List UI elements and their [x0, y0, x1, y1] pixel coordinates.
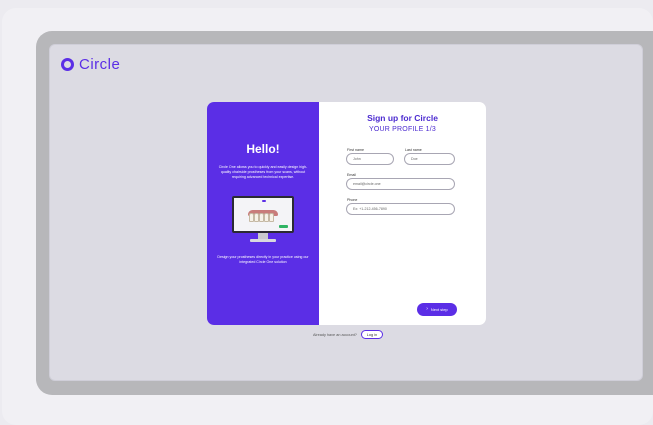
phone-label: Phone — [347, 198, 358, 202]
next-step-button[interactable]: › Next step — [417, 303, 457, 316]
signup-card: Hello! Circle One allows you to quickly … — [207, 102, 486, 325]
last-name-field[interactable]: Doe — [404, 153, 455, 165]
design-text: Design your prostheses directly in your … — [217, 255, 309, 264]
monitor-screen — [232, 196, 294, 233]
monitor-base — [250, 239, 276, 242]
monitor-illustration — [232, 196, 294, 246]
phone-field[interactable]: Ex: +1-212-456-7890 — [346, 203, 455, 215]
dental-model-icon — [248, 210, 278, 224]
account-text: Already have an account? — [313, 332, 357, 337]
intro-panel: Hello! Circle One allows you to quickly … — [207, 102, 319, 325]
logo-text: Circle — [79, 56, 121, 73]
form-title: Sign up for Circle — [367, 113, 438, 123]
circle-logo-icon — [61, 58, 74, 71]
next-step-label: Next step — [430, 307, 448, 312]
hello-heading: Hello! — [246, 142, 280, 156]
form-subtitle: YOUR PROFILE 1/3 — [369, 126, 436, 133]
first-name-label: First name — [347, 148, 364, 152]
intro-text: Circle One allows you to quickly and eas… — [218, 165, 308, 179]
screen-ui-marker — [262, 200, 266, 202]
login-prompt: Already have an account? Log in — [313, 330, 383, 339]
chevron-right-icon: › — [426, 306, 428, 312]
email-field[interactable]: email@circle.one — [346, 178, 455, 190]
circle-logo[interactable]: Circle — [61, 56, 121, 73]
email-label: Email — [347, 173, 356, 177]
signup-form: Sign up for Circle YOUR PROFILE 1/3 Firs… — [319, 102, 486, 325]
last-name-label: Last name — [405, 148, 422, 152]
screen-ui-button — [279, 225, 288, 228]
first-name-field[interactable]: John — [346, 153, 394, 165]
login-button[interactable]: Log in — [360, 330, 383, 339]
